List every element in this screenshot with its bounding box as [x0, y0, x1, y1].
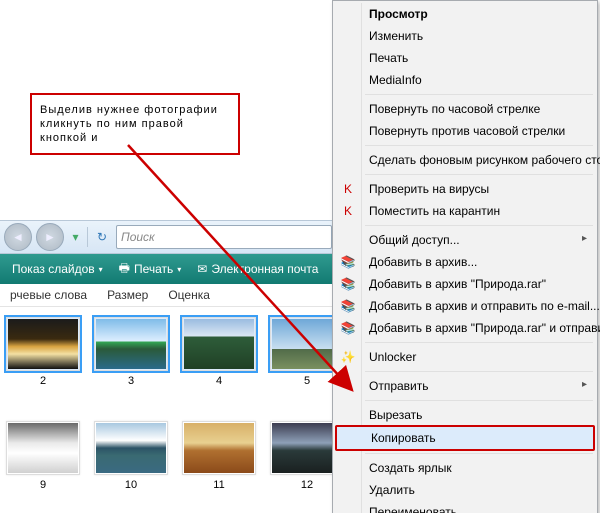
- rar-icon: 📚: [340, 276, 356, 292]
- menu-unlocker[interactable]: ✨Unlocker: [335, 346, 595, 368]
- col-size[interactable]: Размер: [97, 288, 158, 302]
- menu-cut[interactable]: Вырезать: [335, 404, 595, 426]
- slideshow-button[interactable]: Показ слайдов▾: [6, 262, 109, 276]
- email-button[interactable]: ✉ Электронная почта: [191, 262, 324, 276]
- menu-send[interactable]: Отправить: [335, 375, 595, 397]
- print-label: Печать: [134, 262, 173, 276]
- rar-icon: 📚: [340, 254, 356, 270]
- menu-divider: [365, 400, 593, 401]
- menu-divider: [365, 342, 593, 343]
- search-input[interactable]: Поиск: [116, 225, 332, 249]
- menu-divider: [365, 145, 593, 146]
- menu-add-archive-named[interactable]: 📚Добавить в архив "Природа.rar": [335, 273, 595, 295]
- menu-share[interactable]: Общий доступ...: [335, 229, 595, 251]
- thumbnail-item[interactable]: 3: [94, 317, 168, 387]
- column-headers: рчевые слова Размер Оценка: [0, 284, 336, 307]
- menu-quarantine[interactable]: KПоместить на карантин: [335, 200, 595, 222]
- nav-bar: ◄ ► ▾ ↻ Поиск: [0, 220, 336, 254]
- email-label: Электронная почта: [211, 262, 318, 276]
- slideshow-label: Показ слайдов: [12, 262, 95, 276]
- thumbnail-row: 2 3 4 5: [6, 313, 336, 391]
- menu-shortcut[interactable]: Создать ярлык: [335, 457, 595, 479]
- menu-archive-named-email[interactable]: 📚Добавить в архив "Природа.rar" и отправ…: [335, 317, 595, 339]
- rar-icon: 📚: [340, 320, 356, 336]
- menu-copy[interactable]: Копировать: [335, 425, 595, 451]
- thumbnail-caption: 11: [182, 479, 256, 491]
- menu-print[interactable]: Печать: [335, 47, 595, 69]
- thumbnail-item[interactable]: 2: [6, 317, 80, 387]
- menu-edit[interactable]: Изменить: [335, 25, 595, 47]
- email-icon: ✉: [197, 262, 207, 276]
- command-bar: Показ слайдов▾ 🖶Печать▾ ✉Электронная поч…: [0, 254, 336, 284]
- menu-rotate-ccw[interactable]: Повернуть против часовой стрелки: [335, 120, 595, 142]
- menu-divider: [365, 225, 593, 226]
- menu-add-archive[interactable]: 📚Добавить в архив...: [335, 251, 595, 273]
- kaspersky-icon: K: [340, 203, 356, 219]
- thumbnail-caption: 2: [6, 375, 80, 387]
- nav-forward-button[interactable]: ►: [36, 223, 64, 251]
- menu-divider: [365, 174, 593, 175]
- nav-back-button[interactable]: ◄: [4, 223, 32, 251]
- menu-divider: [365, 371, 593, 372]
- print-button[interactable]: 🖶Печать▾: [113, 259, 188, 280]
- menu-delete[interactable]: Удалить: [335, 479, 595, 501]
- thumbnail-item[interactable]: 11: [182, 421, 256, 491]
- thumbnail-item[interactable]: 4: [182, 317, 256, 387]
- menu-wallpaper[interactable]: Сделать фоновым рисунком рабочего стола: [335, 149, 595, 171]
- wand-icon: ✨: [340, 349, 356, 365]
- explorer-window: ◄ ► ▾ ↻ Поиск Показ слайдов▾ 🖶 Печать ▾ ✉ Э…: [0, 220, 336, 495]
- thumbnail-item[interactable]: 10: [94, 421, 168, 491]
- print-icon: 🖶: [119, 259, 130, 280]
- menu-archive-email[interactable]: 📚Добавить в архив и отправить по e-mail.…: [335, 295, 595, 317]
- thumbnail-caption: 3: [94, 375, 168, 387]
- search-placeholder: Поиск: [121, 230, 155, 244]
- instruction-annotation: Выделив нужнее фотографии кликнуть по ни…: [30, 93, 240, 155]
- rar-icon: 📚: [340, 298, 356, 314]
- menu-rename[interactable]: Переименовать: [335, 501, 595, 513]
- col-keywords[interactable]: рчевые слова: [0, 288, 97, 302]
- menu-rotate-cw[interactable]: Повернуть по часовой стрелке: [335, 98, 595, 120]
- thumbnail-caption: 9: [6, 479, 80, 491]
- menu-divider: [365, 453, 593, 454]
- nav-separator: [87, 227, 88, 247]
- menu-view[interactable]: Просмотр: [335, 3, 595, 25]
- menu-virus-check[interactable]: KПроверить на вирусы: [335, 178, 595, 200]
- thumbnail-row: 9 10 11 12: [6, 417, 336, 495]
- menu-mediainfo[interactable]: MediaInfo: [335, 69, 595, 91]
- kaspersky-icon: K: [340, 181, 356, 197]
- menu-divider: [365, 94, 593, 95]
- thumbnail-area: 2 3 4 5 9 10 11 12: [0, 307, 336, 495]
- context-menu: Просмотр Изменить Печать MediaInfo Повер…: [332, 0, 598, 513]
- col-rating[interactable]: Оценка: [158, 288, 220, 302]
- nav-history-dropdown[interactable]: ▾: [68, 230, 83, 245]
- thumbnail-caption: 10: [94, 479, 168, 491]
- thumbnail-caption: 4: [182, 375, 256, 387]
- refresh-button[interactable]: ↻: [92, 227, 112, 247]
- thumbnail-item[interactable]: 9: [6, 421, 80, 491]
